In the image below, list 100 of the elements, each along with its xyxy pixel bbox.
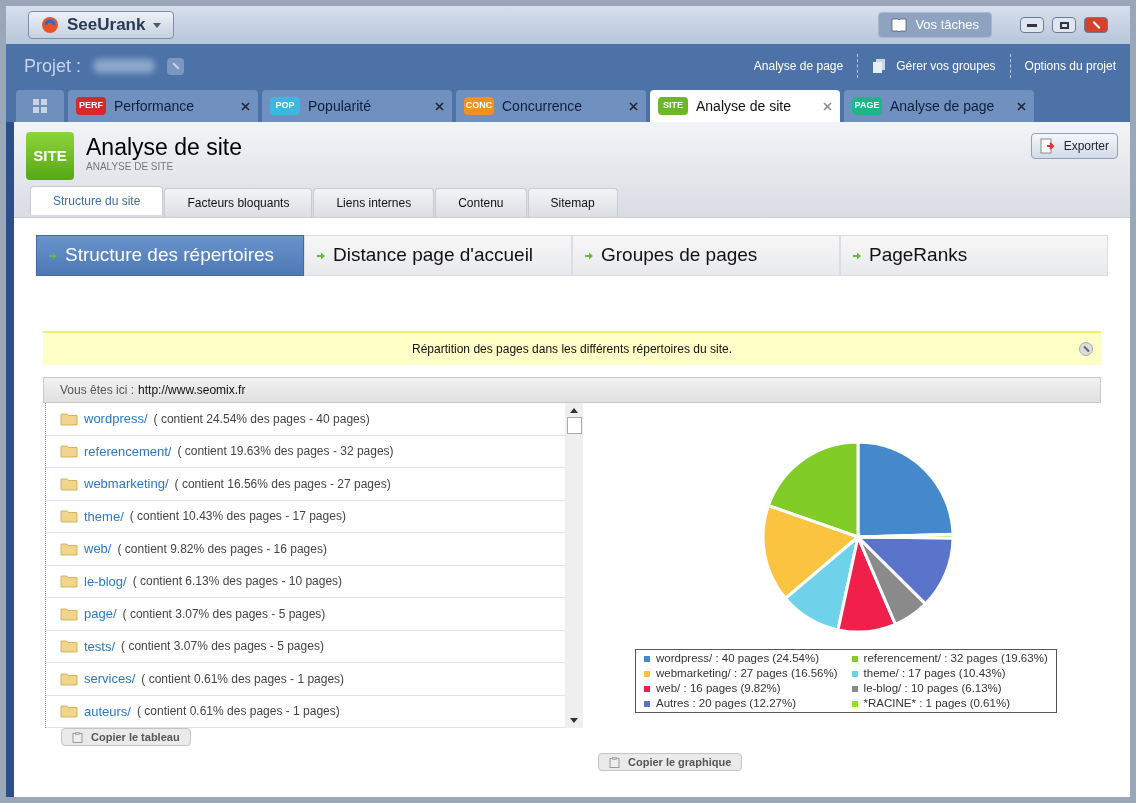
grid-icon (33, 99, 47, 113)
project-label: Projet : (24, 54, 82, 78)
scroll-up-icon[interactable] (570, 408, 578, 413)
caret-icon (153, 22, 162, 28)
tab-label: Performance (114, 96, 196, 116)
subtab[interactable]: Contenu (435, 188, 527, 217)
folder-row[interactable]: services/ ( contient 0.61% des pages - 1 pages) (46, 663, 565, 696)
copy-table-button[interactable]: Copier le tableau (61, 728, 191, 746)
restore-icon[interactable] (1052, 17, 1076, 33)
legend-label: theme/ : 17 pages (10.43%) (863, 666, 1006, 681)
scrollbar[interactable] (565, 403, 583, 728)
project-link[interactable]: Options du projet (1020, 57, 1120, 75)
folder-icon (60, 509, 78, 524)
logo-icon (41, 16, 59, 34)
folder-row[interactable]: theme/ ( contient 10.43% des pages - 17 pages) (46, 500, 565, 533)
folder-icon (60, 704, 78, 719)
section-tab[interactable]: Groupes de pages (572, 235, 840, 276)
project-link[interactable]: Analyse de page (749, 57, 848, 75)
subtab[interactable]: Structure du site (30, 186, 164, 215)
folder-name[interactable]: wordpress/ (84, 409, 148, 429)
folder-detail: ( contient 19.63% des pages - 32 pages) (177, 443, 394, 461)
tab-badge: PAGE (852, 97, 882, 115)
page-subtitle: ANALYSE DE SITE (86, 162, 175, 172)
clipboard-icon (609, 756, 620, 768)
folder-name[interactable]: web/ (84, 539, 112, 559)
site-badge: SITE (26, 132, 74, 180)
folder-name[interactable]: tests/ (84, 636, 116, 656)
section-tab[interactable]: Structure des répertoires (36, 235, 304, 276)
subtab[interactable]: Facteurs bloquants (164, 188, 313, 217)
tab-badge: SITE (658, 97, 688, 115)
tab-badge: PERF (76, 97, 106, 115)
legend-label: referencement/ : 32 pages (19.63%) (863, 651, 1048, 666)
blurred-project-name (93, 59, 156, 73)
tab-label: Popularité (308, 96, 373, 116)
section-tab[interactable]: Distance page d'accueil (304, 235, 572, 276)
scroll-thumb[interactable] (566, 417, 582, 434)
folder-name[interactable]: auteurs/ (84, 701, 131, 721)
folder-row[interactable]: le-blog/ ( contient 6.13% des pages - 10 pages) (46, 565, 565, 598)
folder-detail: ( contient 16.56% des pages - 27 pages) (174, 475, 391, 493)
folder-row[interactable]: tests/ ( contient 3.07% des pages - 5 pages) (46, 630, 565, 663)
folder-row[interactable]: wordpress/ ( contient 24.54% des pages - 40 pages) (46, 403, 565, 436)
folder-icon (60, 541, 78, 556)
folder-row[interactable]: webmarketing/ ( contient 16.56% des pages - 27 pages) (46, 468, 565, 501)
folder-detail: ( contient 0.61% des pages - 1 pages) (141, 670, 345, 688)
breadcrumb-label: Vous êtes ici : (60, 382, 135, 399)
folder-name[interactable]: services/ (84, 669, 136, 689)
notice-text: Répartition des pages dans les différents répertoires du site. (412, 341, 732, 358)
book-icon (891, 18, 908, 32)
legend-label: webmarketing/ : 27 pages (16.56%) (656, 666, 838, 681)
folder-name[interactable]: page/ (84, 604, 117, 624)
folder-detail: ( contient 0.61% des pages - 1 pages) (137, 703, 340, 721)
project-tab[interactable]: SITE Analyse de site (650, 90, 840, 122)
folder-icon (60, 574, 78, 589)
export-button[interactable]: Exporter (1030, 133, 1118, 159)
tab-label: Analyse de site (696, 96, 792, 116)
folder-icon (60, 671, 78, 686)
legend-label: le-blog/ : 10 pages (6.13%) (863, 681, 1002, 696)
folder-detail: ( contient 24.54% des pages - 40 pages) (153, 410, 370, 428)
folder-icon (60, 444, 78, 459)
folder-row[interactable]: web/ ( contient 9.82% des pages - 16 pages) (46, 533, 565, 566)
folder-detail: ( contient 9.82% des pages - 16 pages) (117, 540, 327, 558)
folder-icon (60, 411, 78, 426)
folder-detail: ( contient 3.07% des pages - 5 pages) (121, 638, 324, 656)
legend-label: *RACINE* : 1 pages (0.61%) (863, 696, 1010, 711)
page-title: Analyse de site (86, 133, 242, 162)
project-tab[interactable]: CONC Concurrence (456, 90, 646, 122)
minimize-icon[interactable] (1020, 17, 1044, 33)
tab-label: Concurrence (502, 96, 584, 116)
tab-badge: POP (270, 97, 300, 115)
arrow-icon (585, 251, 593, 260)
section-tab[interactable]: PageRanks (840, 235, 1108, 276)
breadcrumb-url: http://www.seomix.fr (138, 382, 246, 399)
project-tab[interactable]: POP Popularité (262, 90, 452, 122)
folder-row[interactable]: referencement/ ( contient 19.63% des pages - 32 pages) (46, 435, 565, 468)
folder-icon (60, 639, 78, 654)
subtab[interactable]: Liens internes (313, 188, 435, 217)
project-tab[interactable]: PAGE Analyse de page (844, 90, 1034, 122)
tab-label: Analyse de page (890, 96, 996, 116)
subtab[interactable]: Sitemap (527, 188, 618, 217)
copy-chart-button[interactable]: Copier le graphique (598, 753, 743, 771)
folder-detail: ( contient 10.43% des pages - 17 pages) (129, 508, 346, 526)
folder-icon (60, 606, 78, 621)
tab-badge: CONC (464, 97, 494, 115)
folder-row[interactable]: page/ ( contient 3.07% des pages - 5 pages) (46, 598, 565, 631)
legend-label: web/ : 16 pages (9.82%) (656, 681, 781, 696)
project-tab[interactable]: PERF Performance (68, 90, 258, 122)
folder-name[interactable]: referencement/ (84, 441, 172, 461)
folder-name[interactable]: webmarketing/ (84, 474, 169, 494)
arrow-icon (853, 251, 861, 260)
legend-label: Autres : 20 pages (12.27%) (656, 696, 797, 711)
arrow-icon (317, 251, 325, 260)
app-menu-button[interactable]: SeeUrank (28, 11, 175, 39)
project-link[interactable]: Gérer vos groupes (868, 57, 1000, 75)
legend-label: wordpress/ : 40 pages (24.54%) (656, 651, 820, 666)
scroll-down-icon[interactable] (570, 718, 578, 723)
arrow-icon (49, 251, 57, 260)
folder-detail: ( contient 3.07% des pages - 5 pages) (122, 605, 326, 623)
folder-name[interactable]: theme/ (84, 506, 124, 526)
export-icon (1039, 138, 1056, 154)
folder-name[interactable]: le-blog/ (84, 571, 127, 591)
